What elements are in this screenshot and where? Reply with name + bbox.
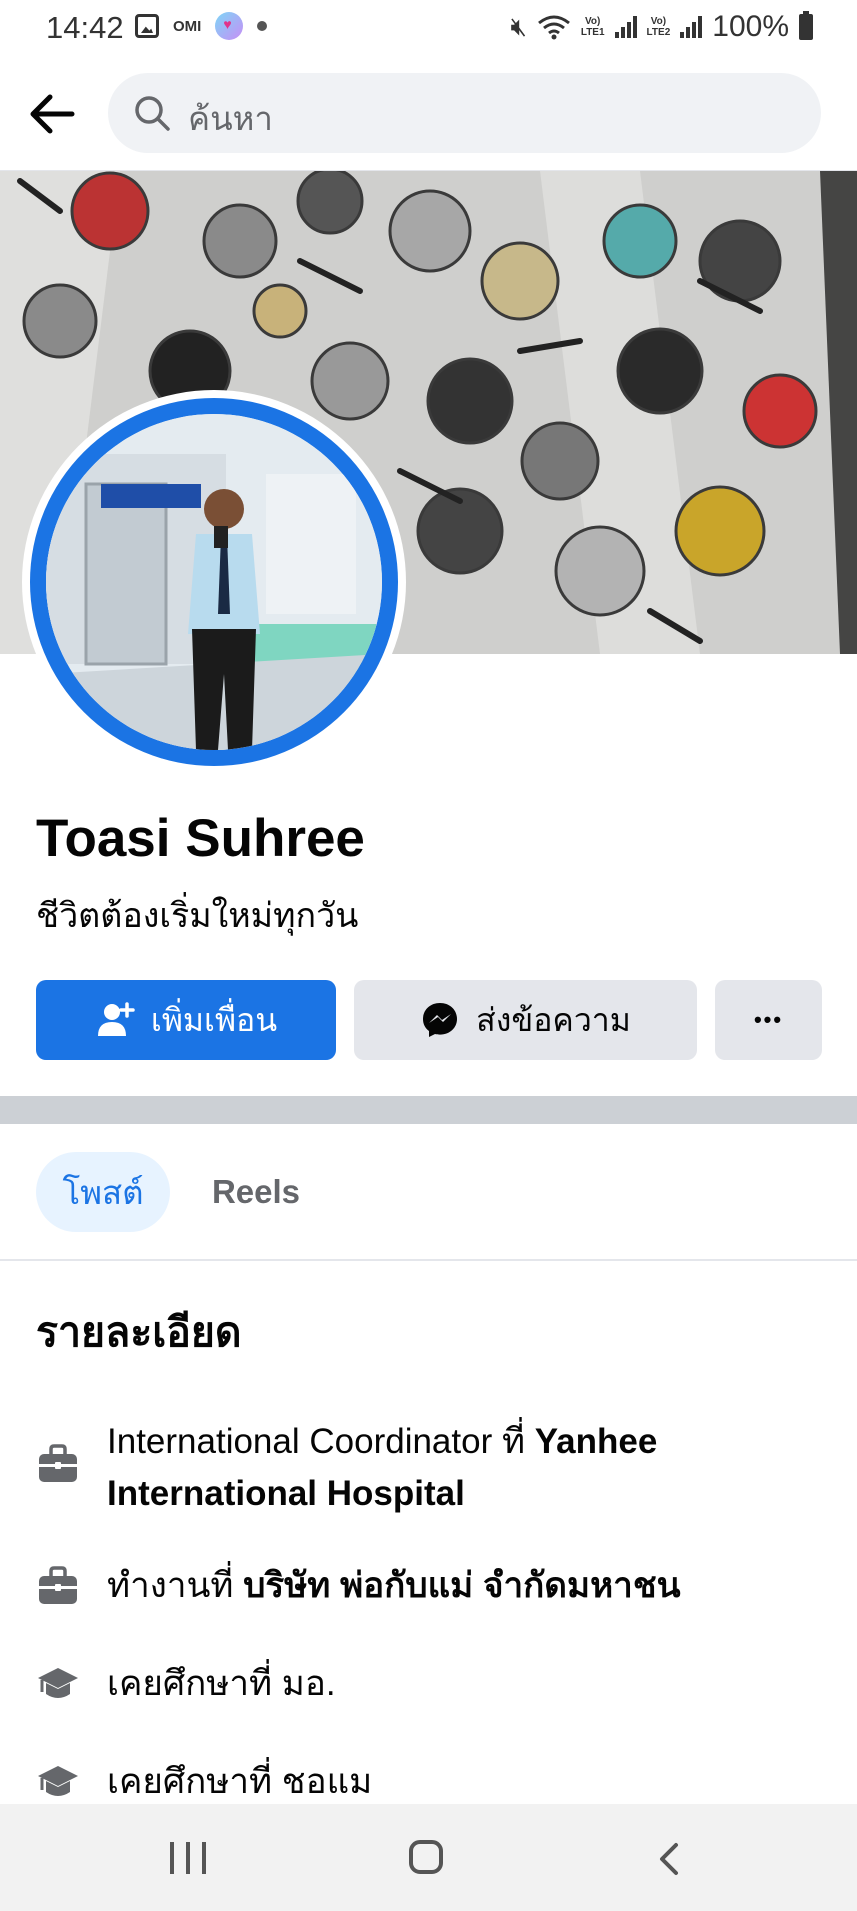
graduation-cap-icon (38, 1668, 78, 1698)
add-friend-icon (97, 1002, 135, 1036)
lte2-label: Vo) LTE2 (646, 16, 671, 38)
details-heading: รายละเอียด (36, 1309, 242, 1355)
nav-back-button[interactable] (654, 1842, 684, 1876)
detail-prefix: International Coordinator ที่ (107, 1422, 535, 1461)
send-message-label: ส่งข้อความ (476, 1001, 631, 1038)
detail-prefix: เคยศึกษาที่ ชอแม (107, 1762, 373, 1801)
arrow-left-icon (30, 94, 75, 134)
detail-text: International Coordinator ที่ Yanhee Int… (107, 1416, 827, 1520)
story-ring (30, 398, 398, 766)
add-friend-button[interactable]: เพิ่มเพื่อน (36, 980, 336, 1060)
signal-2-icon (680, 16, 703, 38)
gallery-icon (135, 14, 159, 38)
detail-prefix: เคยศึกษาที่ มอ. (107, 1664, 336, 1703)
battery-percent: 100% (712, 10, 789, 43)
section-divider (0, 1096, 857, 1124)
avatar-image (46, 414, 382, 750)
recent-apps-button[interactable] (170, 1842, 206, 1874)
home-button[interactable] (409, 1840, 443, 1874)
battery-icon (799, 11, 813, 40)
search-icon (135, 96, 170, 131)
omi-notification-icon: OMI (173, 17, 202, 35)
app-notification-icon (215, 12, 244, 40)
more-notifications-dot-icon (257, 21, 268, 31)
profile-avatar[interactable] (22, 390, 406, 774)
tab-posts[interactable]: โพสต์ (36, 1152, 170, 1232)
add-friend-label: เพิ่มเพื่อน (150, 1001, 278, 1038)
graduation-cap-icon (38, 1766, 78, 1796)
profile-name: Toasi Suhree (36, 809, 365, 868)
notification-icons: OMI (135, 12, 268, 40)
avatar-photo (46, 414, 382, 750)
signal-1-icon (614, 16, 637, 38)
search-header: ค้นหา (0, 56, 857, 171)
messenger-icon (423, 1003, 458, 1037)
more-icon: ••• (753, 1007, 784, 1032)
more-options-button[interactable]: ••• (715, 980, 822, 1060)
tab-reels[interactable]: Reels (196, 1152, 316, 1232)
detail-prefix: ทำงานที่ (107, 1566, 244, 1605)
system-status-icons: 🔇︎ Vo) LTE1 Vo) LTE2 100% (510, 10, 813, 44)
send-message-button[interactable]: ส่งข้อความ (354, 980, 697, 1060)
wifi-icon (537, 14, 571, 40)
detail-text: เคยศึกษาที่ มอ. (107, 1658, 827, 1710)
workplace-link[interactable]: บริษัท พ่อกับแม่ จำกัดมหาชน (243, 1566, 680, 1605)
lte1-label: Vo) LTE1 (580, 16, 605, 38)
mute-icon: 🔇︎ (510, 11, 527, 41)
status-bar: 14:42 OMI 🔇︎ Vo) LTE1 Vo) LTE2 100% (0, 0, 857, 56)
briefcase-icon (39, 1444, 77, 1482)
tabs-divider (0, 1259, 857, 1261)
detail-text: เคยศึกษาที่ ชอแม (107, 1756, 827, 1808)
search-placeholder: ค้นหา (188, 100, 273, 137)
status-time: 14:42 (46, 10, 124, 45)
search-input[interactable]: ค้นหา (108, 73, 821, 153)
back-button[interactable] (26, 86, 82, 142)
detail-text: ทำงานที่ บริษัท พ่อกับแม่ จำกัดมหาชน (107, 1560, 827, 1612)
briefcase-icon (39, 1566, 77, 1604)
profile-bio: ชีวิตต้องเริ่มใหม่ทุกวัน (36, 897, 359, 935)
system-navigation-bar (0, 1804, 857, 1911)
